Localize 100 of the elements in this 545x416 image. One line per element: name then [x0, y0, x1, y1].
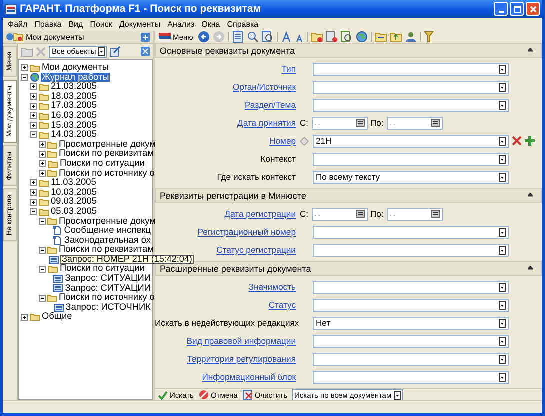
- expand-icon[interactable]: [21, 64, 29, 72]
- folder-icon[interactable]: [311, 31, 324, 43]
- combo-field[interactable]: 21Н: [313, 134, 509, 148]
- field-link[interactable]: Раздел/Тема: [155, 100, 300, 110]
- tree-item[interactable]: Запрос: СИТУАЦИИ: [64, 274, 152, 284]
- combo-field[interactable]: [313, 98, 509, 112]
- magnifier-icon[interactable]: [262, 31, 274, 43]
- expand-icon[interactable]: [39, 141, 46, 148]
- combo-field[interactable]: [313, 226, 509, 238]
- field-link[interactable]: Статус: [155, 300, 300, 310]
- combo-field[interactable]: [313, 80, 509, 94]
- pin-button[interactable]: [141, 32, 150, 42]
- expand-icon[interactable]: [30, 189, 38, 196]
- section-header[interactable]: Реквизиты регистрации в Минюсте: [155, 188, 542, 203]
- menu-item[interactable]: Правка: [32, 20, 65, 29]
- field-link[interactable]: Номер: [155, 136, 300, 146]
- edit-icon[interactable]: [110, 46, 122, 57]
- globe-icon[interactable]: [356, 31, 368, 43]
- field-link[interactable]: Орган/Источник: [155, 82, 300, 92]
- field-link[interactable]: Вид правовой информации: [155, 336, 300, 346]
- field-link[interactable]: Дата регистрации: [155, 209, 300, 219]
- collapse-icon[interactable]: [30, 208, 38, 216]
- field-link[interactable]: Статус регистрации: [155, 245, 300, 255]
- combo-field[interactable]: [313, 244, 509, 256]
- menu-item[interactable]: Файл: [5, 20, 31, 29]
- tree-item[interactable]: Поиски по ситуации: [59, 158, 146, 169]
- collapse-icon[interactable]: [21, 74, 29, 81]
- tree-item[interactable]: Поиски по источнику о: [58, 293, 156, 303]
- tree-item[interactable]: Общие: [41, 312, 74, 322]
- combo-field[interactable]: Нет: [313, 316, 509, 330]
- tree-item[interactable]: Просмотренные докум: [58, 216, 157, 226]
- tree-item[interactable]: Запрос: ИСТОЧНИК: [64, 302, 152, 312]
- tree-item[interactable]: Поиски по источнику о: [58, 168, 156, 178]
- document-icon[interactable]: [232, 31, 244, 43]
- collapse-icon[interactable]: [39, 246, 46, 254]
- document-icon[interactable]: [326, 31, 338, 43]
- field-link[interactable]: Информационный блок: [155, 372, 300, 382]
- calendar-icon[interactable]: [356, 119, 364, 127]
- menu-item[interactable]: Поиск: [87, 20, 116, 29]
- expand-icon[interactable]: [30, 179, 38, 186]
- combo-field[interactable]: По всему тексту: [313, 170, 509, 184]
- collapse-icon[interactable]: [39, 294, 46, 302]
- combo-field[interactable]: [313, 280, 509, 294]
- tree-item[interactable]: 11.03.2005: [50, 178, 98, 188]
- expand-icon[interactable]: [30, 102, 38, 110]
- add-icon[interactable]: [525, 136, 535, 146]
- expand-icon[interactable]: [39, 170, 46, 177]
- combo-field[interactable]: [313, 62, 509, 76]
- magnifier-icon[interactable]: [247, 31, 260, 43]
- tree-item[interactable]: 14.03.2005: [50, 130, 98, 140]
- maximize-button[interactable]: [510, 2, 524, 16]
- collapse-icon[interactable]: [30, 131, 38, 138]
- close-button[interactable]: [526, 2, 540, 16]
- font-size-icon[interactable]: [281, 31, 292, 43]
- menu-item[interactable]: Окна: [198, 20, 224, 29]
- combo-field[interactable]: [313, 152, 509, 166]
- expand-icon[interactable]: [30, 112, 38, 120]
- tree-item[interactable]: Поиски по реквизитам: [58, 245, 155, 255]
- field-link[interactable]: Дата принятия: [155, 118, 300, 128]
- collapse-icon[interactable]: [528, 48, 533, 53]
- folder-icon[interactable]: [390, 31, 402, 43]
- close-button[interactable]: [141, 47, 150, 56]
- magnifier-icon[interactable]: [341, 31, 354, 43]
- tree-item[interactable]: 21.03.2005: [50, 82, 98, 92]
- section-header[interactable]: Основные реквизиты документа: [155, 43, 542, 58]
- combo-field[interactable]: [313, 370, 509, 384]
- field-link[interactable]: Значимость: [155, 282, 300, 292]
- minimize-button[interactable]: [494, 2, 508, 16]
- collapse-icon[interactable]: [39, 266, 47, 273]
- filter-icon[interactable]: [424, 31, 434, 43]
- combo-field[interactable]: [313, 334, 509, 348]
- expand-icon[interactable]: [30, 93, 38, 100]
- collapse-icon[interactable]: [39, 218, 46, 225]
- field-link[interactable]: Регистрационный номер: [155, 227, 300, 237]
- user-icon[interactable]: [405, 31, 418, 43]
- calendar-icon[interactable]: [430, 119, 440, 127]
- menu-item[interactable]: Вид: [66, 20, 86, 29]
- expand-icon[interactable]: [21, 314, 29, 321]
- expand-icon[interactable]: [30, 83, 38, 90]
- field-link[interactable]: Тип: [155, 64, 300, 74]
- collapse-icon[interactable]: [528, 266, 533, 271]
- folder-icon[interactable]: [375, 31, 388, 43]
- delete-icon[interactable]: [512, 136, 522, 146]
- tree-item[interactable]: 16.03.2005: [50, 110, 98, 121]
- tree-item[interactable]: 09.03.2005: [50, 197, 98, 207]
- tree-item[interactable]: Поиски по ситуации: [59, 264, 146, 274]
- collapse-icon[interactable]: [528, 193, 533, 198]
- menu-item[interactable]: Справка: [224, 20, 262, 29]
- tree-item[interactable]: 18.03.2005: [50, 92, 98, 102]
- back-icon[interactable]: [198, 31, 210, 43]
- tree-item[interactable]: Сообщение инспекц: [63, 226, 152, 236]
- tree-item[interactable]: Запрос: СИТУАЦИИ: [64, 284, 152, 294]
- field-link[interactable]: Территория регулирования: [155, 354, 300, 364]
- expand-icon[interactable]: [39, 150, 46, 158]
- tree-item[interactable]: 17.03.2005: [50, 101, 98, 111]
- menu-item[interactable]: Анализ: [164, 20, 198, 29]
- tree-item[interactable]: Просмотренные докум: [58, 140, 157, 150]
- menu-item[interactable]: Документы: [116, 20, 164, 29]
- expand-icon[interactable]: [39, 160, 47, 168]
- tree-item[interactable]: Поиски по реквизитам: [58, 149, 155, 159]
